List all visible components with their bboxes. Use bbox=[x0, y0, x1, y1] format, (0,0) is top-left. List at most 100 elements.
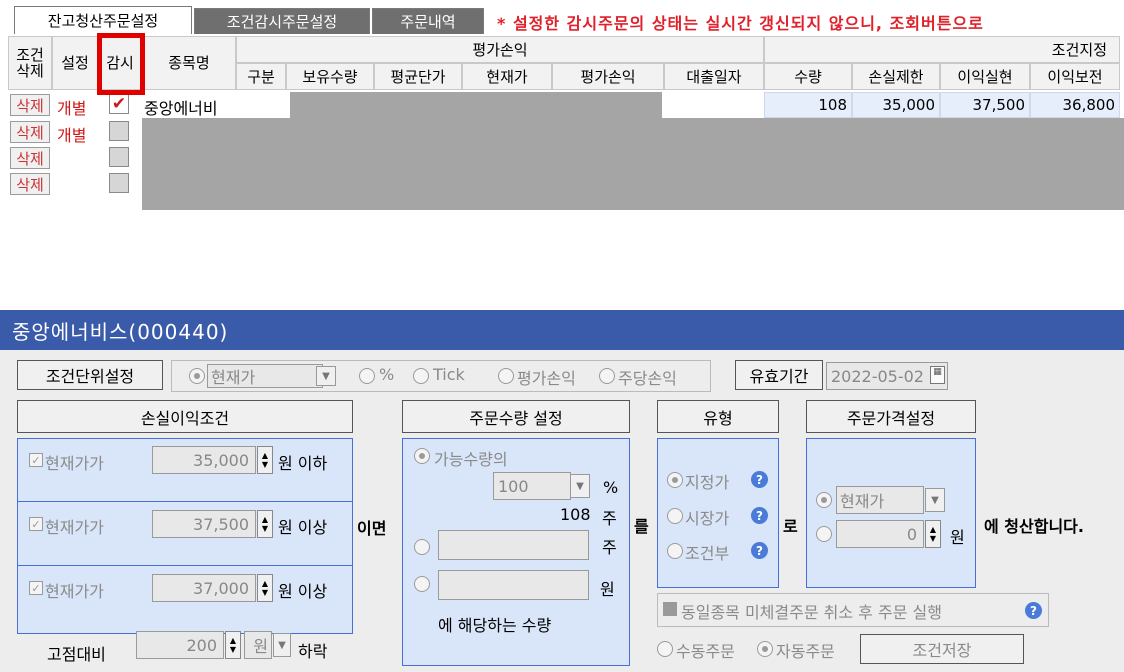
unit-eval-pl-label: 평가손익 bbox=[517, 369, 576, 388]
stock-name: 중앙에너비 bbox=[144, 99, 218, 118]
qty-radio-amount[interactable] bbox=[414, 576, 430, 592]
watch-checkbox[interactable] bbox=[109, 173, 129, 193]
qty-radio-shares[interactable] bbox=[414, 539, 430, 555]
header-eval-group: 평가손익 bbox=[236, 36, 764, 63]
pl-row2-checkbox[interactable]: ✓ bbox=[29, 517, 43, 531]
pl-row3-label: 현재가가 bbox=[45, 582, 104, 601]
order-price-header: 주문가격설정 bbox=[806, 400, 976, 433]
divider bbox=[17, 565, 353, 566]
header-loan-date[interactable]: 대출일자 bbox=[664, 63, 764, 90]
delete-button[interactable]: 삭제 bbox=[10, 121, 50, 143]
qty-shares-value: 108 bbox=[560, 505, 591, 524]
imyeon-text: 이면 bbox=[357, 519, 387, 538]
tab-balance-liquidation[interactable]: 잔고청산주문설정 bbox=[14, 6, 192, 34]
header-qty[interactable]: 수량 bbox=[764, 63, 852, 90]
watch-checkbox[interactable] bbox=[109, 147, 129, 167]
chevron-down-icon[interactable]: ▼ bbox=[925, 488, 945, 512]
highlight-box bbox=[97, 33, 145, 95]
ro-text: 로 bbox=[783, 517, 798, 536]
qty-available-label: 가능수량의 bbox=[434, 450, 508, 469]
header-stop-loss[interactable]: 손실제한 bbox=[852, 63, 940, 90]
pl-row2-label: 현재가가 bbox=[45, 518, 104, 537]
price-radio-value[interactable] bbox=[816, 526, 832, 542]
delete-button[interactable]: 삭제 bbox=[10, 173, 50, 195]
final-text: 에 청산합니다. bbox=[984, 517, 1084, 536]
condition-unit-button[interactable]: 조건단위설정 bbox=[17, 360, 163, 390]
unit-radio-tick[interactable] bbox=[413, 368, 429, 384]
manual-order-label: 수동주문 bbox=[676, 642, 735, 661]
unit-radio-pct[interactable] bbox=[359, 368, 375, 384]
pl-row1-label: 현재가가 bbox=[45, 454, 104, 473]
pl-row2-input[interactable]: 37,500 bbox=[152, 510, 256, 538]
qty-shares-unit2: 주 bbox=[602, 538, 617, 557]
tab-condition-watch[interactable]: 조건감시주문설정 bbox=[194, 8, 370, 34]
unit-radio-cur-price[interactable] bbox=[189, 368, 205, 384]
cond-stop-loss: 35,000 bbox=[852, 92, 940, 118]
qty-shares-unit: 주 bbox=[602, 509, 617, 528]
cond-take-profit: 37,500 bbox=[940, 92, 1030, 118]
header-holding-qty[interactable]: 보유수량 bbox=[286, 63, 374, 90]
tab-order-history[interactable]: 주문내역 bbox=[372, 8, 484, 34]
qty-amount-input[interactable] bbox=[438, 570, 589, 600]
auto-order-label: 자동주문 bbox=[776, 642, 835, 661]
pl-row1-spinner[interactable]: ▲ ▼ bbox=[257, 446, 273, 474]
header-cond-delete: 조건 삭제 bbox=[8, 36, 52, 90]
price-radio-cur[interactable] bbox=[816, 492, 832, 508]
type-radio-market[interactable] bbox=[667, 508, 683, 524]
header-profit-keep[interactable]: 이익보전 bbox=[1030, 63, 1120, 90]
setting-individual[interactable]: 개별 bbox=[57, 95, 86, 119]
help-icon[interactable]: ? bbox=[751, 542, 768, 559]
calendar-icon[interactable]: ▦ bbox=[930, 366, 945, 384]
unit-tick-label: Tick bbox=[433, 365, 465, 384]
pl-row2-spinner[interactable]: ▲ ▼ bbox=[257, 510, 273, 538]
header-eval-pl[interactable]: 평가손익 bbox=[552, 63, 664, 90]
fixed-unit-select[interactable]: 원 bbox=[244, 631, 272, 659]
type-radio-conditional[interactable] bbox=[667, 543, 683, 559]
pl-row3-input[interactable]: 37,000 bbox=[152, 574, 256, 602]
delete-button[interactable]: 삭제 bbox=[10, 94, 50, 116]
manual-order-radio[interactable] bbox=[657, 641, 673, 657]
price-cur-select[interactable]: 현재가 bbox=[836, 486, 924, 514]
same-cancel-checkbox[interactable] bbox=[663, 602, 677, 616]
watch-checkbox[interactable]: ✔ bbox=[109, 94, 129, 114]
header-cond-group: 조건지정 bbox=[764, 36, 1120, 63]
fixed-input[interactable]: 200 bbox=[136, 631, 224, 659]
unit-radio-eval-pl[interactable] bbox=[498, 368, 514, 384]
fixed-spinner[interactable]: ▲ ▼ bbox=[225, 631, 241, 659]
pl-row3-checkbox[interactable]: ✓ bbox=[29, 581, 43, 595]
notice-text: * 설정한 감시주문의 상태는 실시간 갱신되지 않으니, 조회버튼으로 bbox=[497, 14, 984, 33]
price-spinner[interactable]: ▲ ▼ bbox=[925, 520, 941, 548]
qty-percent-select[interactable]: 100 bbox=[493, 472, 571, 500]
delete-button[interactable]: 삭제 bbox=[10, 147, 50, 169]
pl-row1-input[interactable]: 35,000 bbox=[152, 446, 256, 474]
pl-condition-header: 손실이익조건 bbox=[17, 400, 353, 433]
pl-row1-checkbox[interactable]: ✓ bbox=[29, 453, 43, 467]
type-radio-limit[interactable] bbox=[667, 472, 683, 488]
auto-order-radio[interactable] bbox=[757, 641, 773, 657]
cond-qty: 108 bbox=[764, 92, 852, 118]
qty-header: 주문수량 설정 bbox=[402, 400, 630, 433]
price-value-input[interactable]: 0 bbox=[836, 520, 924, 548]
qty-radio-available[interactable] bbox=[414, 448, 430, 464]
qty-shares-input[interactable] bbox=[438, 530, 589, 560]
chevron-down-icon[interactable]: ▼ bbox=[273, 633, 291, 657]
chevron-down-icon[interactable]: ▼ bbox=[316, 366, 336, 386]
save-condition-button[interactable]: 조건저장 bbox=[860, 634, 1024, 664]
unit-radio-per-share[interactable] bbox=[599, 368, 615, 384]
qty-won-unit: 원 bbox=[600, 580, 615, 599]
cond-profit-keep: 36,800 bbox=[1030, 92, 1120, 118]
tab-bar: 잔고청산주문설정 조건감시주문설정 주문내역 * 설정한 감시주문의 상태는 실… bbox=[0, 0, 1124, 34]
help-icon[interactable]: ? bbox=[751, 507, 768, 524]
unit-cur-price-select[interactable]: 현재가 bbox=[207, 364, 323, 388]
watch-checkbox[interactable] bbox=[109, 121, 129, 141]
valid-period-label: 유효기간 bbox=[735, 360, 823, 390]
divider bbox=[17, 501, 353, 502]
setting-individual[interactable]: 개별 bbox=[57, 122, 86, 146]
pl-row3-spinner[interactable]: ▲ ▼ bbox=[257, 574, 273, 602]
help-icon[interactable]: ? bbox=[1025, 602, 1042, 619]
masked-region bbox=[290, 92, 662, 118]
header-take-profit[interactable]: 이익실현 bbox=[940, 63, 1030, 90]
chevron-down-icon[interactable]: ▼ bbox=[570, 474, 590, 498]
help-icon[interactable]: ? bbox=[751, 471, 768, 488]
order-grid: 조건 삭제 설정 감시 종목명 평가손익 조건지정 구분 보유수량 평균단가 현… bbox=[0, 33, 1124, 212]
